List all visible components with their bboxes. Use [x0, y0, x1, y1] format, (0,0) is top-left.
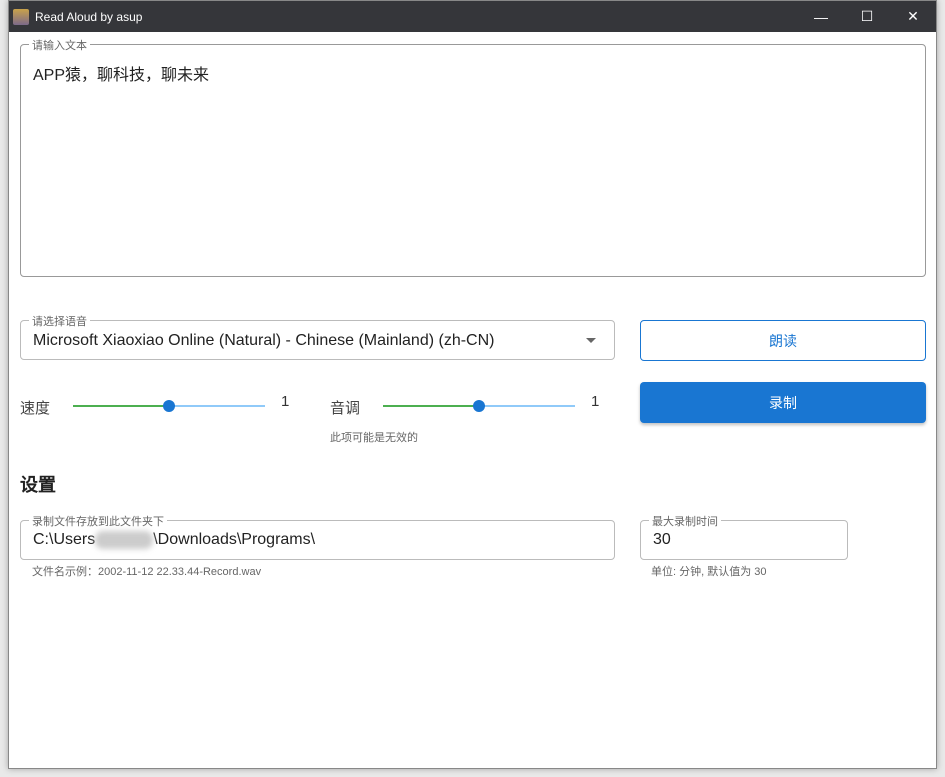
settings-heading: 设置: [20, 475, 56, 495]
app-window: Read Aloud by asup — ☐ ✕ 请输入文本 APP猿，聊科技，…: [8, 0, 937, 769]
speed-value: 1: [281, 393, 290, 410]
text-input-label: 请输入文本: [29, 37, 90, 53]
folder-hint: 文件名示例：2002-11-12 22.33.44-Record.wav: [32, 566, 262, 578]
folder-input[interactable]: 录制文件存放到此文件夹下 C:\Users \Downloads\Program…: [20, 513, 615, 560]
window-title: Read Aloud by asup: [35, 9, 143, 24]
speed-slider[interactable]: [73, 400, 265, 412]
folder-path-suffix: \Downloads\Programs\: [153, 531, 316, 548]
pitch-slider-thumb[interactable]: [473, 400, 485, 412]
app-icon: [13, 8, 29, 25]
pitch-value: 1: [591, 393, 600, 410]
pitch-hint: 此项可能是无效的: [330, 432, 418, 444]
record-button[interactable]: 录制: [640, 382, 926, 423]
minimize-button[interactable]: —: [798, 1, 844, 32]
pitch-slider[interactable]: [383, 400, 575, 412]
text-input-area[interactable]: 请输入文本 APP猿，聊科技，聊未来: [20, 37, 926, 277]
title-bar: Read Aloud by asup — ☐ ✕: [9, 1, 936, 32]
max-time-value: 30: [653, 531, 671, 548]
redacted-username: [95, 531, 154, 549]
voice-select-label: 请选择语音: [29, 313, 90, 329]
close-button[interactable]: ✕: [890, 1, 936, 32]
voice-select-value: Microsoft Xiaoxiao Online (Natural) - Ch…: [33, 332, 495, 349]
folder-path-prefix: C:\Users: [33, 531, 96, 548]
max-time-hint: 单位: 分钟, 默认值为 30: [651, 566, 767, 578]
pitch-label: 音调: [330, 400, 361, 417]
maximize-button[interactable]: ☐: [844, 1, 890, 32]
speed-label: 速度: [20, 400, 51, 417]
text-input-value: APP猿，聊科技，聊未来: [33, 67, 210, 84]
folder-input-value: C:\Users \Downloads\Programs\: [33, 531, 315, 549]
max-time-input[interactable]: 最大录制时间 30: [640, 513, 848, 560]
voice-select[interactable]: 请选择语音 Microsoft Xiaoxiao Online (Natural…: [20, 313, 615, 360]
max-time-label: 最大录制时间: [649, 513, 721, 529]
folder-input-label: 录制文件存放到此文件夹下: [29, 513, 167, 529]
read-button[interactable]: 朗读: [640, 320, 926, 361]
dropdown-arrow-icon: [586, 338, 596, 343]
speed-slider-thumb[interactable]: [163, 400, 175, 412]
